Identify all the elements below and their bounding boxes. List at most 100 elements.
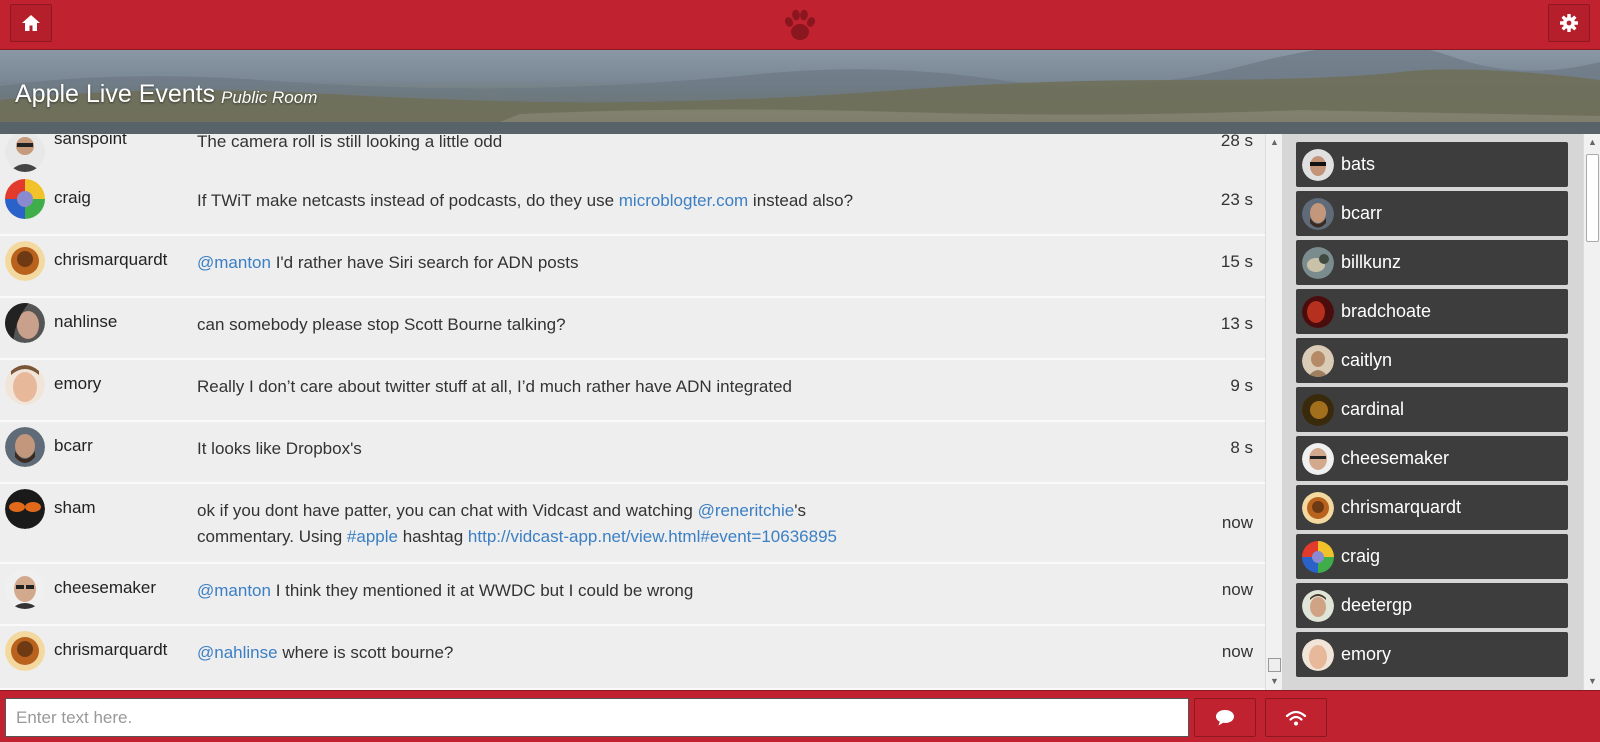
- avatar[interactable]: [5, 179, 45, 219]
- message-time: now: [1221, 513, 1253, 532]
- message-input[interactable]: [5, 698, 1189, 737]
- message-text: @manton I think they mentioned it at WWD…: [197, 578, 1067, 604]
- user-chip[interactable]: bats: [1296, 142, 1568, 187]
- message-link[interactable]: http://vidcast-app.net/view.html#event=1…: [468, 527, 837, 546]
- user-avatar: [1302, 149, 1334, 181]
- message-row: emory Really I don’t care about twitter …: [0, 360, 1265, 422]
- message-text-segment: I'd rather have Siri search for ADN post…: [270, 253, 579, 272]
- user-name: cheesemaker: [1341, 448, 1450, 468]
- user-chip[interactable]: chrismarquardt: [1296, 485, 1568, 530]
- message-text: ok if you dont have patter, you can chat…: [197, 498, 857, 550]
- chat-bubble-icon: [1216, 709, 1234, 725]
- user-chip[interactable]: craig: [1296, 534, 1568, 579]
- user-name: craig: [1341, 546, 1381, 566]
- user-chip[interactable]: bcarr: [1296, 191, 1568, 236]
- message-username[interactable]: nahlinse: [54, 312, 117, 332]
- message-row: cheesemaker @manton I think they mention…: [0, 564, 1265, 626]
- message-text-segment: where is scott bourne?: [277, 643, 454, 662]
- scrollbar-thumb[interactable]: [1586, 154, 1599, 242]
- user-chip[interactable]: caitlyn: [1296, 338, 1568, 383]
- message-text: @nahlinse where is scott bourne?: [197, 640, 1067, 666]
- message-text-segment: It looks like Dropbox's: [197, 439, 362, 458]
- message-row: chrismarquardt @nahlinse where is scott …: [0, 626, 1265, 690]
- message-time: 9 s: [1230, 376, 1253, 395]
- message-mention[interactable]: @nahlinse: [197, 643, 278, 662]
- avatar[interactable]: [5, 365, 45, 405]
- gear-icon: [1560, 14, 1578, 32]
- message-time: 15 s: [1220, 252, 1253, 271]
- scroll-up-arrow-icon[interactable]: ▲: [1266, 134, 1283, 151]
- message-mention[interactable]: @manton: [197, 581, 271, 600]
- message-text: If TWiT make netcasts instead of podcast…: [197, 188, 1067, 214]
- message-text: It looks like Dropbox's: [197, 436, 1067, 462]
- message-text-segment: can somebody please stop Scott Bourne ta…: [197, 315, 566, 334]
- user-chip[interactable]: cheesemaker: [1296, 436, 1568, 481]
- message-username[interactable]: sham: [54, 498, 96, 518]
- message-scrollbar[interactable]: ▲ ▼: [1265, 134, 1282, 690]
- message-time: 28 s: [1220, 134, 1253, 150]
- message-text-segment: ok if you dont have patter, you can chat…: [197, 501, 698, 520]
- message-username[interactable]: chrismarquardt: [54, 640, 167, 660]
- user-chip[interactable]: bradchoate: [1296, 289, 1568, 334]
- send-message-button[interactable]: [1194, 698, 1256, 737]
- message-username[interactable]: chrismarquardt: [54, 250, 167, 270]
- user-name: emory: [1341, 644, 1392, 664]
- message-row: chrismarquardt @manton I'd rather have S…: [0, 236, 1265, 298]
- message-text-segment: Really I don’t care about twitter stuff …: [197, 377, 792, 396]
- message-username[interactable]: craig: [54, 188, 91, 208]
- user-name: bats: [1341, 154, 1376, 174]
- avatar[interactable]: [5, 303, 45, 343]
- user-chip[interactable]: cardinal: [1296, 387, 1568, 432]
- avatar[interactable]: [5, 134, 45, 172]
- message-list[interactable]: sanspoint The camera roll is still looki…: [0, 134, 1265, 690]
- user-list: bats bcarr billkunz bradchoate caitlyn c…: [1282, 134, 1583, 690]
- message-link[interactable]: microblogter.com: [619, 191, 748, 210]
- message-username[interactable]: bcarr: [54, 436, 93, 456]
- user-chip[interactable]: deetergp: [1296, 583, 1568, 628]
- wifi-icon: [1285, 710, 1307, 725]
- message-mention[interactable]: @manton: [197, 253, 271, 272]
- message-mention[interactable]: @reneritchie: [698, 501, 795, 520]
- message-time: 13 s: [1220, 314, 1253, 333]
- message-text-segment: I think they mentioned it at WWDC but I …: [270, 581, 694, 600]
- message-text-segment: instead also?: [748, 191, 854, 210]
- message-time: now: [1221, 580, 1253, 599]
- scroll-up-arrow-icon[interactable]: ▲: [1584, 134, 1600, 151]
- user-name: deetergp: [1341, 595, 1413, 615]
- avatar[interactable]: [5, 241, 45, 281]
- message-text-segment: hashtag: [397, 527, 468, 546]
- stream-button[interactable]: [1265, 698, 1327, 737]
- message-text: Really I don’t care about twitter stuff …: [197, 374, 1067, 400]
- avatar[interactable]: [5, 569, 45, 609]
- avatar[interactable]: [5, 631, 45, 671]
- avatar[interactable]: [5, 427, 45, 467]
- avatar[interactable]: [5, 489, 45, 529]
- user-list-scrollbar[interactable]: ▲ ▼: [1583, 134, 1600, 690]
- user-avatar: [1302, 590, 1334, 622]
- message-username[interactable]: emory: [54, 374, 101, 394]
- message-time: 23 s: [1220, 190, 1253, 209]
- settings-button[interactable]: [1548, 4, 1590, 42]
- message-hashtag[interactable]: #apple: [347, 527, 398, 546]
- user-chip[interactable]: emory: [1296, 632, 1568, 677]
- room-title: Apple Live Events: [15, 80, 216, 108]
- message-username[interactable]: sanspoint: [54, 134, 127, 149]
- message-time: now: [1221, 642, 1253, 661]
- message-username[interactable]: cheesemaker: [54, 578, 156, 598]
- scrollbar-grip[interactable]: [1268, 658, 1281, 672]
- message-row: nahlinse can somebody please stop Scott …: [0, 298, 1265, 360]
- message-row: bcarr It looks like Dropbox's 8 s: [0, 422, 1265, 484]
- user-avatar: [1302, 639, 1334, 671]
- scroll-down-arrow-icon[interactable]: ▼: [1584, 673, 1600, 690]
- user-avatar: [1302, 443, 1334, 475]
- room-banner: Apple Live Events Public Room: [0, 50, 1600, 134]
- user-chip[interactable]: billkunz: [1296, 240, 1568, 285]
- scroll-down-arrow-icon[interactable]: ▼: [1266, 673, 1283, 690]
- user-avatar: [1302, 345, 1334, 377]
- home-button[interactable]: [10, 4, 52, 42]
- user-name: caitlyn: [1341, 350, 1393, 370]
- user-avatar: [1302, 198, 1334, 230]
- room-type-label: Public Room: [221, 88, 318, 107]
- user-avatar: [1302, 492, 1334, 524]
- user-avatar: [1302, 296, 1334, 328]
